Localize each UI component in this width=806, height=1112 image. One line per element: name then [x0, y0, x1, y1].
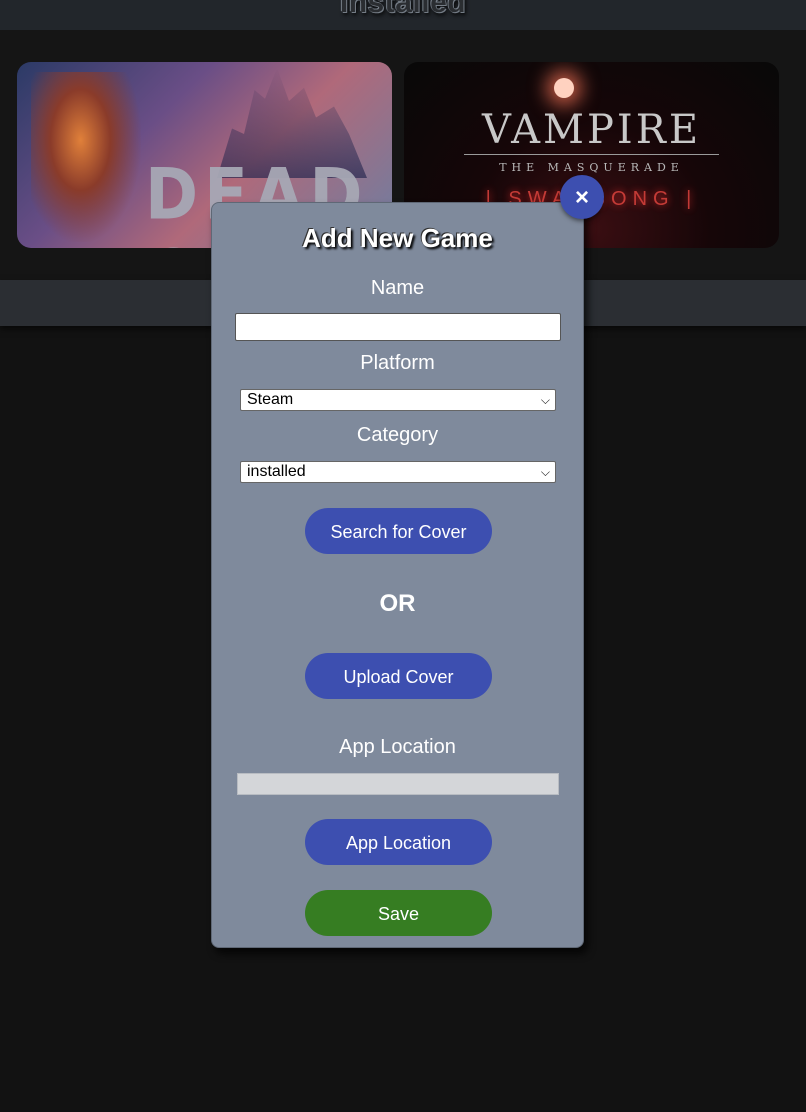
add-game-modal: Add New Game Name Platform Steam ⌵ Categ… [211, 202, 584, 948]
app-page: Installed DEAD CELLS VAMPIRE THE MASQUER… [0, 0, 806, 1112]
logo-divider [464, 154, 719, 155]
chevron-down-icon: ⌵ [540, 465, 550, 479]
save-button[interactable]: Save [305, 890, 492, 936]
close-modal-button[interactable]: × [560, 175, 604, 219]
cover-art-light [554, 78, 574, 98]
modal-title: Add New Game [302, 223, 493, 253]
name-input[interactable] [235, 313, 561, 341]
platform-label: Platform [360, 352, 435, 374]
name-label: Name [370, 277, 425, 299]
close-icon: × [574, 184, 589, 211]
search-cover-button[interactable]: Search for Cover [305, 508, 492, 554]
or-separator: OR [379, 590, 416, 617]
chevron-down-icon: ⌵ [540, 393, 550, 407]
platform-select[interactable]: Steam ⌵ [240, 389, 556, 411]
platform-selected-value: Steam [247, 391, 294, 408]
cover-art-figure [31, 72, 141, 242]
section-header-bar: Installed [0, 0, 806, 30]
game-logo-subtitle: THE MASQUERADE [499, 161, 684, 174]
section-title: Installed [339, 0, 467, 19]
category-label: Category [356, 424, 439, 446]
upload-cover-button[interactable]: Upload Cover [305, 653, 492, 699]
app-location-field[interactable] [237, 773, 559, 795]
game-logo-text: VAMPIRE [481, 107, 702, 153]
category-select[interactable]: installed ⌵ [240, 461, 556, 483]
app-location-label: App Location [339, 736, 456, 758]
app-location-button[interactable]: App Location [305, 819, 492, 865]
category-selected-value: installed [247, 463, 306, 480]
